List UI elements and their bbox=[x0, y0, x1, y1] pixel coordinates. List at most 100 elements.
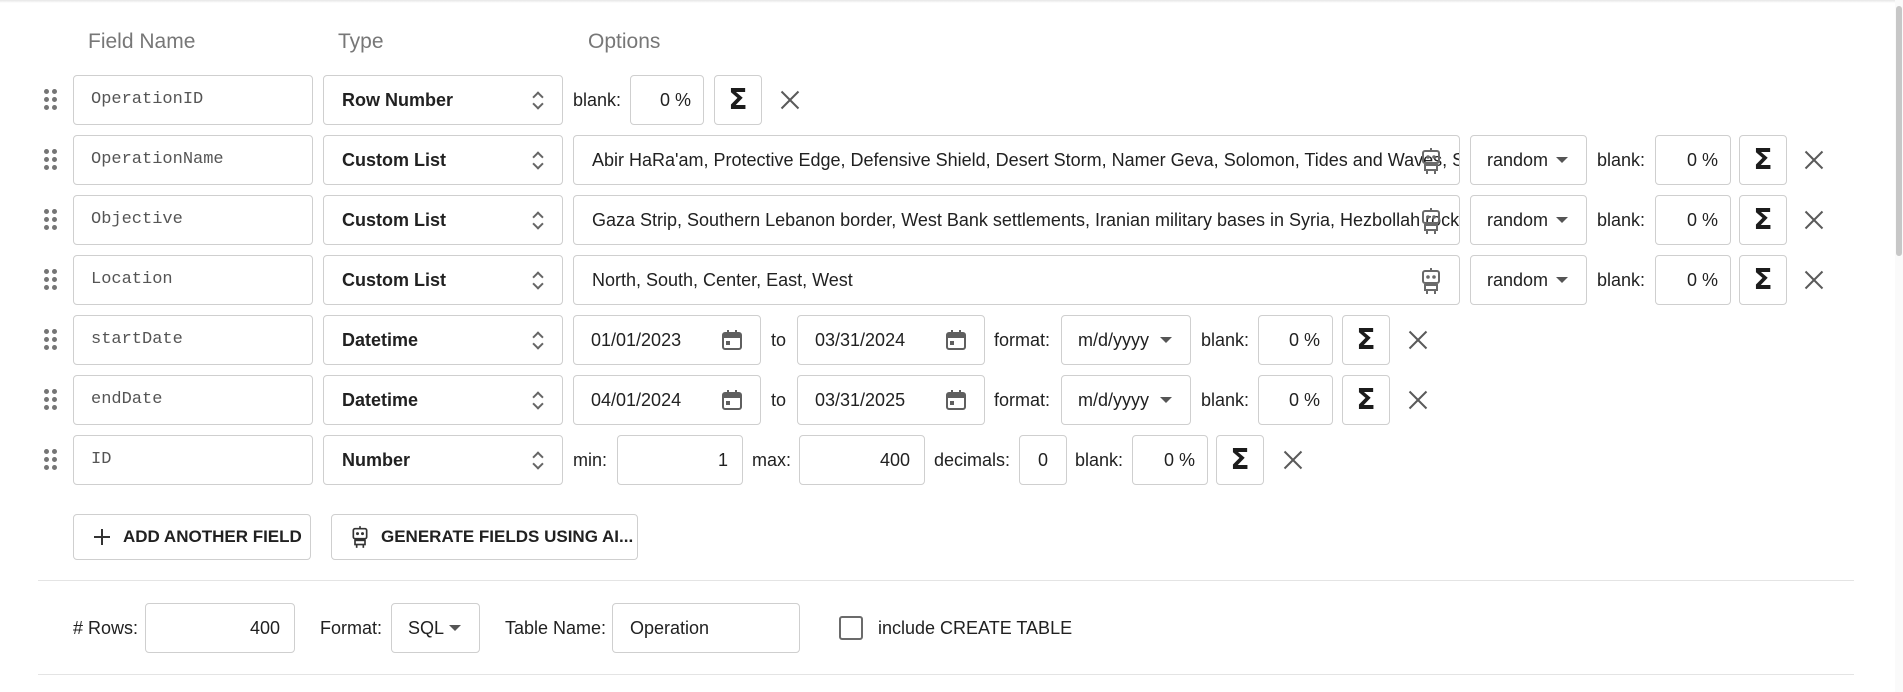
field-type-select[interactable]: Custom List bbox=[323, 195, 563, 245]
date-from-input[interactable]: 04/01/2024 bbox=[573, 375, 761, 425]
close-icon[interactable] bbox=[1800, 206, 1828, 234]
drag-handle-icon[interactable] bbox=[44, 449, 58, 471]
header-field-name: Field Name bbox=[88, 30, 196, 53]
field-type-select[interactable]: Datetime bbox=[323, 375, 563, 425]
order-select[interactable]: random bbox=[1470, 135, 1587, 185]
field-name-input[interactable]: startDate bbox=[73, 315, 313, 365]
date-from-value: 01/01/2023 bbox=[591, 330, 682, 350]
custom-list-values: North, South, Center, East, West bbox=[592, 270, 853, 290]
date-to-input[interactable]: 03/31/2024 bbox=[797, 315, 985, 365]
blank-percent-input[interactable]: 0 % bbox=[630, 75, 704, 125]
field-type-label: Custom List bbox=[342, 150, 447, 170]
robot-icon[interactable] bbox=[1419, 208, 1443, 234]
custom-list-values: Abir HaRa'am, Protective Edge, Defensive… bbox=[592, 150, 1460, 170]
blank-percent-input[interactable]: 0 % bbox=[1132, 435, 1208, 485]
blank-percent-input[interactable]: 0 % bbox=[1655, 135, 1731, 185]
date-to-value: 03/31/2025 bbox=[815, 390, 906, 410]
order-value: random bbox=[1487, 210, 1549, 230]
field-type-select[interactable]: Number bbox=[323, 435, 563, 485]
format-label: format: bbox=[994, 390, 1051, 410]
field-name-input[interactable]: endDate bbox=[73, 375, 313, 425]
format-label: format: bbox=[994, 330, 1051, 350]
calendar-icon[interactable] bbox=[720, 328, 744, 352]
sigma-icon[interactable]: Σ bbox=[1216, 435, 1264, 485]
robot-icon[interactable] bbox=[1419, 268, 1443, 294]
date-from-input[interactable]: 01/01/2023 bbox=[573, 315, 761, 365]
field-name-input[interactable]: Objective bbox=[73, 195, 313, 245]
rows-input[interactable]: 400 bbox=[145, 603, 295, 653]
sigma-icon[interactable]: Σ bbox=[1342, 375, 1390, 425]
close-icon[interactable] bbox=[1800, 266, 1828, 294]
order-value: random bbox=[1487, 150, 1549, 170]
date-format-select[interactable]: m/d/yyyy bbox=[1061, 375, 1191, 425]
blank-label: blank: bbox=[1597, 270, 1646, 290]
drag-handle-icon[interactable] bbox=[44, 389, 58, 411]
drag-handle-icon[interactable] bbox=[44, 269, 58, 291]
include-create-table-label: include CREATE TABLE bbox=[878, 618, 1073, 638]
custom-list-input[interactable]: North, South, Center, East, West bbox=[573, 255, 1460, 305]
sigma-icon[interactable]: Σ bbox=[1342, 315, 1390, 365]
field-type-label: Row Number bbox=[342, 90, 454, 110]
custom-list-input[interactable]: Abir HaRa'am, Protective Edge, Defensive… bbox=[573, 135, 1460, 185]
order-value: random bbox=[1487, 270, 1549, 290]
field-name-input[interactable]: OperationID bbox=[73, 75, 313, 125]
add-another-field-button[interactable]: ADD ANOTHER FIELD bbox=[73, 514, 311, 560]
date-to-input[interactable]: 03/31/2025 bbox=[797, 375, 985, 425]
min-input[interactable]: 1 bbox=[617, 435, 743, 485]
sigma-icon[interactable]: Σ bbox=[1739, 195, 1787, 245]
drag-handle-icon[interactable] bbox=[44, 89, 58, 111]
close-icon[interactable] bbox=[1800, 146, 1828, 174]
field-row: endDate Datetime 04/01/2024 to 03/31/202… bbox=[0, 375, 1903, 425]
close-icon[interactable] bbox=[1404, 386, 1432, 414]
close-icon[interactable] bbox=[1404, 326, 1432, 354]
generate-fields-ai-button[interactable]: GENERATE FIELDS USING AI... bbox=[331, 514, 638, 560]
order-select[interactable]: random bbox=[1470, 255, 1587, 305]
dropdown-caret-icon bbox=[1160, 397, 1172, 403]
field-type-label: Datetime bbox=[342, 330, 419, 350]
dropdown-caret-icon bbox=[1556, 157, 1568, 163]
table-name-input[interactable]: Operation bbox=[612, 603, 800, 653]
field-type-select[interactable]: Custom List bbox=[323, 135, 563, 185]
blank-percent-input[interactable]: 0 % bbox=[1258, 375, 1333, 425]
drag-handle-icon[interactable] bbox=[44, 209, 58, 231]
robot-icon[interactable] bbox=[1419, 148, 1443, 174]
field-type-label: Number bbox=[342, 450, 411, 470]
blank-label: blank: bbox=[1201, 330, 1250, 350]
close-icon[interactable] bbox=[1279, 446, 1307, 474]
field-row: OperationName Custom List Abir HaRa'am, … bbox=[0, 135, 1903, 185]
format-label: Format: bbox=[320, 618, 383, 638]
section-divider bbox=[38, 674, 1854, 675]
field-type-select[interactable]: Custom List bbox=[323, 255, 563, 305]
field-type-label: Custom List bbox=[342, 210, 447, 230]
output-format-select[interactable]: SQL bbox=[391, 603, 480, 653]
blank-percent-input[interactable]: 0 % bbox=[1258, 315, 1333, 365]
sigma-icon[interactable]: Σ bbox=[1739, 135, 1787, 185]
close-icon[interactable] bbox=[776, 86, 804, 114]
drag-handle-icon[interactable] bbox=[44, 149, 58, 171]
blank-percent-input[interactable]: 0 % bbox=[1655, 255, 1731, 305]
section-divider bbox=[38, 580, 1854, 581]
field-row: OperationID Row Number blank: 0 % Σ bbox=[0, 75, 1903, 125]
field-type-select[interactable]: Datetime bbox=[323, 315, 563, 365]
blank-percent-input[interactable]: 0 % bbox=[1655, 195, 1731, 245]
decimals-input[interactable]: 0 bbox=[1019, 435, 1067, 485]
calendar-icon[interactable] bbox=[944, 328, 968, 352]
field-name-input[interactable]: OperationName bbox=[73, 135, 313, 185]
field-type-select[interactable]: Row Number bbox=[323, 75, 563, 125]
field-name-input[interactable]: Location bbox=[73, 255, 313, 305]
sigma-icon[interactable]: Σ bbox=[1739, 255, 1787, 305]
calendar-icon[interactable] bbox=[720, 388, 744, 412]
field-row: ID Number min: 1 max: 400 decimals: 0 bl… bbox=[0, 435, 1903, 485]
field-name-input[interactable]: ID bbox=[73, 435, 313, 485]
sigma-icon[interactable]: Σ bbox=[714, 75, 762, 125]
include-create-table-checkbox[interactable] bbox=[839, 616, 863, 640]
calendar-icon[interactable] bbox=[944, 388, 968, 412]
drag-handle-icon[interactable] bbox=[44, 329, 58, 351]
date-format-select[interactable]: m/d/yyyy bbox=[1061, 315, 1191, 365]
max-input[interactable]: 400 bbox=[799, 435, 925, 485]
up-down-icon bbox=[532, 91, 544, 111]
custom-list-input[interactable]: Gaza Strip, Southern Lebanon border, Wes… bbox=[573, 195, 1460, 245]
order-select[interactable]: random bbox=[1470, 195, 1587, 245]
blank-label: blank: bbox=[1075, 450, 1124, 470]
plus-icon bbox=[94, 529, 110, 545]
